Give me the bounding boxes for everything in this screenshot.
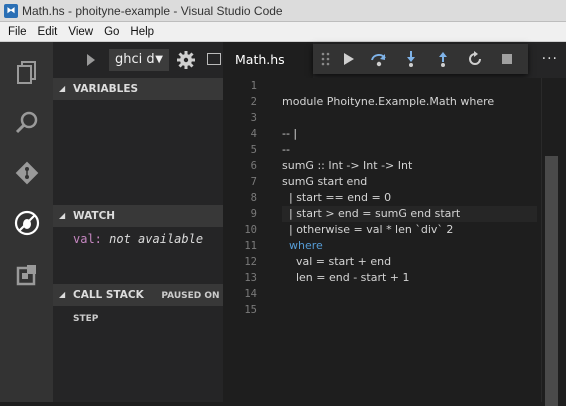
debug-icon[interactable] [12, 208, 42, 238]
watch-title: WATCH [73, 210, 116, 222]
files-icon[interactable] [12, 58, 42, 88]
drag-handle-icon[interactable] [316, 49, 336, 69]
menu-go[interactable]: Go [104, 26, 119, 38]
step-into-icon[interactable] [401, 49, 421, 69]
line-number: 15 [244, 304, 257, 316]
code-line: val = start + end [282, 255, 392, 268]
debug-toolbar: ghci d ▼ [53, 42, 223, 78]
menu-help[interactable]: Help [130, 26, 154, 38]
code-line: where [282, 239, 323, 252]
code-line: | start == end = 0 [282, 191, 392, 204]
code-line-current: | start > end = sumG end start [282, 206, 537, 222]
line-number: 5 [250, 144, 257, 156]
chevron-down-icon: ▼ [155, 54, 163, 65]
watch-expression: val: [73, 232, 102, 246]
activity-bar [0, 42, 53, 402]
step-over-icon[interactable] [369, 49, 389, 69]
step-out-icon[interactable] [433, 49, 453, 69]
code-editor[interactable]: 1 2 3 4 5 6 7 8 9 10 11 12 13 14 15 modu… [223, 78, 541, 402]
callstack-header[interactable]: ◢ CALL STACK PAUSED ON STEP [53, 284, 223, 324]
restart-icon[interactable] [465, 49, 485, 69]
code-line: len = end - start + 1 [282, 271, 410, 284]
line-number: 2 [250, 96, 257, 108]
more-actions-icon[interactable]: ··· [542, 51, 558, 67]
search-icon[interactable] [12, 108, 42, 138]
debug-action-bar [313, 44, 528, 74]
start-debugging-icon[interactable] [87, 54, 95, 66]
collapse-arrow-icon: ◢ [59, 211, 66, 220]
code-line: sumG start end [282, 175, 368, 188]
git-icon[interactable] [12, 158, 42, 188]
code-line: module Phoityne.Example.Math where [282, 95, 495, 108]
debug-sidebar: ghci d ▼ ◢ VARIABLES ◢ WATCH val: not av… [53, 42, 223, 402]
continue-icon[interactable] [339, 49, 359, 69]
collapse-arrow-icon: ◢ [59, 84, 66, 93]
gear-icon[interactable] [176, 50, 196, 70]
extensions-icon[interactable] [12, 260, 42, 290]
tab-math-hs[interactable]: Math.hs [223, 42, 313, 78]
vscode-logo-icon: ⧓ [4, 3, 18, 18]
code-line: -- [282, 143, 290, 156]
code-line: -- | [282, 127, 298, 140]
code-line: sumG :: Int -> Int -> Int [282, 159, 413, 172]
line-number: 4 [250, 128, 257, 140]
menu-edit[interactable]: Edit [38, 26, 58, 38]
line-number: 12 [244, 256, 257, 268]
line-number: 13 [244, 272, 257, 284]
watch-item[interactable]: val: not available [73, 232, 203, 246]
line-number: 11 [244, 240, 257, 252]
stop-icon[interactable] [497, 49, 517, 69]
menu-view[interactable]: View [68, 26, 93, 38]
title-bar: ⧓ Math.hs - phoityne-example - Visual St… [0, 0, 566, 22]
callstack-title: CALL STACK [73, 289, 144, 301]
line-number: 10 [244, 224, 257, 236]
line-number: 8 [250, 192, 257, 204]
code-line: | otherwise = val * len `div` 2 [282, 223, 454, 236]
line-number: 1 [250, 80, 257, 92]
line-number: 9 [250, 208, 257, 220]
variables-header[interactable]: ◢ VARIABLES [53, 78, 223, 100]
watch-value: not available [109, 232, 204, 246]
launch-config-select[interactable]: ghci d ▼ [109, 49, 169, 71]
editor-scrollbar[interactable] [541, 78, 566, 406]
tab-label: Math.hs [235, 52, 285, 67]
line-number: 3 [250, 112, 257, 124]
launch-config-value: ghci d [115, 52, 155, 67]
line-number: 7 [250, 176, 257, 188]
scrollbar-thumb[interactable] [545, 156, 558, 406]
window-title: Math.hs - phoityne-example - Visual Stud… [22, 3, 283, 18]
debug-console-icon[interactable] [207, 53, 221, 65]
line-number: 14 [244, 288, 257, 300]
watch-header[interactable]: ◢ WATCH [53, 205, 223, 227]
collapse-arrow-icon: ◢ [59, 290, 66, 299]
variables-title: VARIABLES [73, 83, 139, 95]
menu-bar: File Edit View Go Help [0, 22, 566, 42]
menu-file[interactable]: File [8, 26, 27, 38]
line-number: 6 [250, 160, 257, 172]
